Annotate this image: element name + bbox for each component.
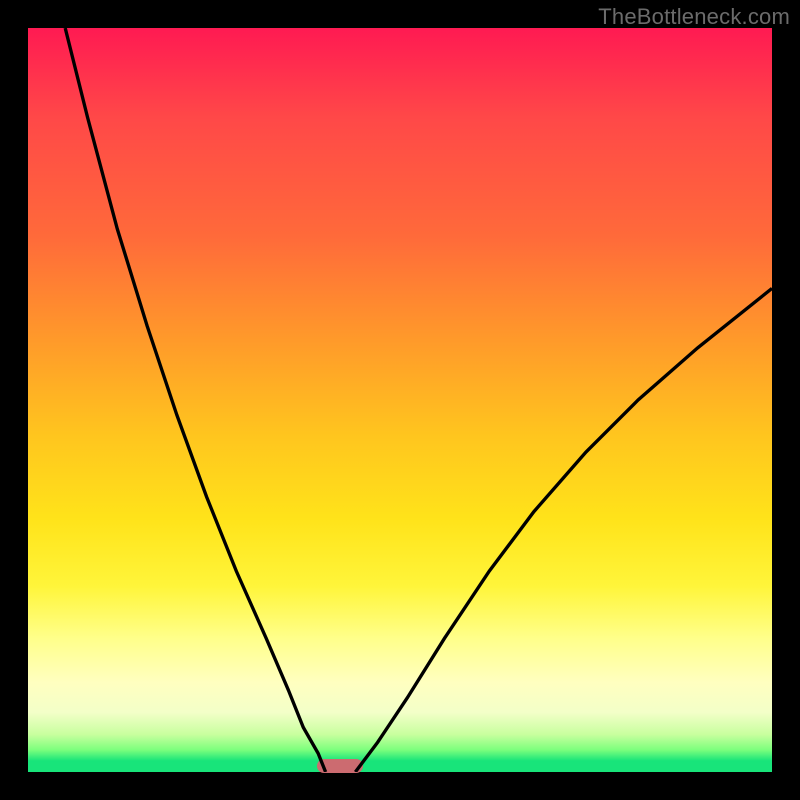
plot-area <box>28 28 772 772</box>
outer-frame: TheBottleneck.com <box>0 0 800 800</box>
left-curve-data <box>65 28 325 772</box>
right-curve-data <box>355 288 772 772</box>
watermark-text: TheBottleneck.com <box>598 4 790 30</box>
curve-layer-data <box>28 28 772 772</box>
